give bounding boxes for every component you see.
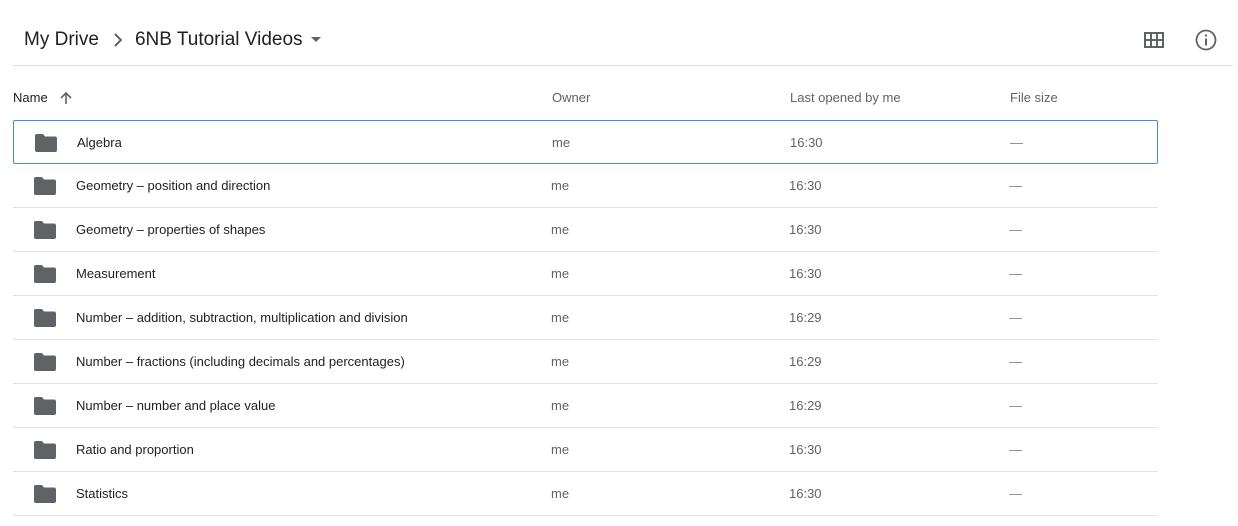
row-name: Statistics xyxy=(76,486,129,501)
header-divider xyxy=(13,65,1233,66)
header-actions xyxy=(1140,26,1220,54)
row-last-opened: 16:30 xyxy=(789,178,822,193)
breadcrumb: My Drive 6NB Tutorial Videos xyxy=(24,24,321,56)
row-name: Geometry – properties of shapes xyxy=(76,222,266,237)
table-row[interactable]: Statistics me 16:30 — xyxy=(13,472,1158,516)
current-folder-label: 6NB Tutorial Videos xyxy=(134,29,303,50)
row-last-opened: 16:30 xyxy=(790,135,823,150)
row-name: Measurement xyxy=(76,266,156,281)
row-owner: me xyxy=(551,266,570,281)
table-row[interactable]: Number – number and place value me 16:29… xyxy=(13,384,1158,428)
row-name: Number – addition, subtraction, multipli… xyxy=(76,310,408,325)
row-file-size: — xyxy=(1009,486,1022,501)
row-name: Geometry – position and direction xyxy=(76,178,271,193)
row-file-size: — xyxy=(1009,178,1022,193)
row-name: Number – number and place value xyxy=(76,398,276,413)
row-name: Number – fractions (including decimals a… xyxy=(76,354,405,369)
table-row[interactable]: Measurement me 16:30 — xyxy=(13,252,1158,296)
row-owner: me xyxy=(551,310,570,325)
column-headers: Name Owner Last opened by me File size xyxy=(0,78,1238,118)
folder-icon xyxy=(34,221,56,239)
folder-icon xyxy=(34,265,56,283)
table-row[interactable]: Number – fractions (including decimals a… xyxy=(13,340,1158,384)
column-header-name[interactable]: Name xyxy=(13,90,72,106)
row-file-size: — xyxy=(1010,135,1023,150)
row-owner: me xyxy=(551,398,570,413)
table-row[interactable]: Geometry – position and direction me 16:… xyxy=(13,164,1158,208)
column-header-file-size[interactable]: File size xyxy=(1010,90,1058,106)
row-last-opened: 16:30 xyxy=(789,442,822,457)
arrow-up-icon[interactable] xyxy=(60,91,72,105)
table-row[interactable]: Algebra me 16:30 — xyxy=(13,120,1158,164)
row-file-size: — xyxy=(1009,310,1022,325)
row-owner: me xyxy=(551,442,570,457)
row-last-opened: 16:29 xyxy=(789,398,822,413)
row-owner: me xyxy=(551,178,570,193)
folder-icon xyxy=(34,441,56,459)
row-owner: me xyxy=(551,486,570,501)
row-last-opened: 16:30 xyxy=(789,222,822,237)
row-file-size: — xyxy=(1009,398,1022,413)
folder-icon xyxy=(34,177,56,195)
row-last-opened: 16:29 xyxy=(789,354,822,369)
info-icon[interactable] xyxy=(1192,26,1220,54)
caret-down-icon xyxy=(310,37,321,43)
row-file-size: — xyxy=(1009,266,1022,281)
table-row[interactable]: Geometry – properties of shapes me 16:30… xyxy=(13,208,1158,252)
file-list: Algebra me 16:30 — Geometry – position a… xyxy=(13,120,1158,516)
row-last-opened: 16:29 xyxy=(789,310,822,325)
column-header-name-label: Name xyxy=(13,90,48,105)
column-header-owner[interactable]: Owner xyxy=(552,90,590,106)
folder-icon xyxy=(34,485,56,503)
column-header-last-opened[interactable]: Last opened by me xyxy=(790,90,901,106)
row-name: Algebra xyxy=(77,135,122,150)
drive-header: My Drive 6NB Tutorial Videos xyxy=(0,0,1238,66)
row-file-size: — xyxy=(1009,354,1022,369)
breadcrumb-my-drive[interactable]: My Drive xyxy=(24,26,99,54)
folder-icon xyxy=(34,397,56,415)
row-owner: me xyxy=(551,222,570,237)
folder-icon xyxy=(35,134,57,152)
row-last-opened: 16:30 xyxy=(789,266,822,281)
folder-icon xyxy=(34,353,56,371)
breadcrumb-current-folder[interactable]: 6NB Tutorial Videos xyxy=(135,26,321,54)
row-owner: me xyxy=(552,135,571,150)
grid-view-icon[interactable] xyxy=(1140,26,1168,54)
table-row[interactable]: Ratio and proportion me 16:30 — xyxy=(13,428,1158,472)
table-row[interactable]: Number – addition, subtraction, multipli… xyxy=(13,296,1158,340)
row-name: Ratio and proportion xyxy=(76,442,194,457)
row-owner: me xyxy=(551,354,570,369)
row-file-size: — xyxy=(1009,222,1022,237)
row-last-opened: 16:30 xyxy=(789,486,822,501)
folder-icon xyxy=(34,309,56,327)
chevron-right-icon xyxy=(113,33,123,47)
row-file-size: — xyxy=(1009,442,1022,457)
